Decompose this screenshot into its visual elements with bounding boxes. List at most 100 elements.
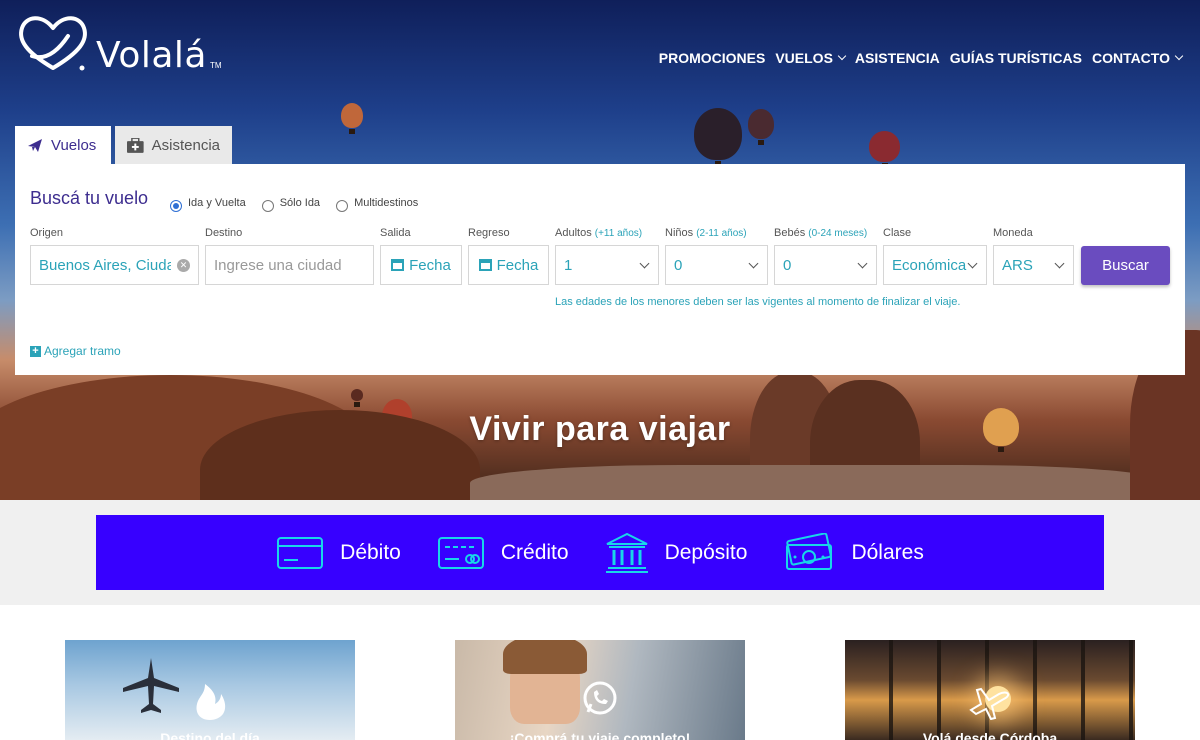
age-note: Las edades de los menores deben ser las … [555, 296, 961, 308]
brand-name: Volalá [96, 35, 207, 76]
infants-label-text: Bebés [774, 227, 806, 239]
balloon-image [748, 109, 774, 145]
add-leg-link[interactable]: + Agregar tramo [30, 344, 121, 358]
debit-card-icon [276, 536, 324, 570]
brand-logo[interactable]: Volalá TM [16, 14, 222, 74]
money-icon [783, 532, 835, 573]
plus-icon: + [30, 345, 41, 357]
radio-label: Ida y Vuelta [188, 197, 246, 209]
currency-select[interactable]: ARS [993, 245, 1074, 285]
currency-label: Moneda [993, 227, 1033, 239]
infants-hint: (0-24 meses) [808, 228, 868, 239]
clear-icon[interactable]: ✕ [177, 259, 190, 272]
chevron-down-icon [1054, 258, 1065, 269]
payment-label: Dólares [851, 540, 924, 564]
calendar-icon [478, 259, 492, 271]
search-tabs: Vuelos Asistencia [15, 126, 232, 164]
airplane-image [123, 658, 179, 713]
card-title: Volá desde Córdoba [922, 730, 1058, 740]
tab-asistencia[interactable]: Asistencia [115, 126, 232, 164]
whatsapp-icon [583, 681, 617, 715]
radio-multidestinos[interactable]: Multidestinos [336, 194, 418, 212]
radio-solo-ida[interactable]: Sólo Ida [261, 194, 321, 212]
infants-value: 0 [783, 256, 792, 274]
payment-credito: Crédito [437, 536, 569, 570]
chevron-down-icon [967, 258, 978, 269]
nav-contacto[interactable]: CONTACTO [1091, 50, 1184, 66]
trip-type-group: Ida y Vuelta Sólo Ida Multidestinos [170, 194, 418, 212]
tab-label: Asistencia [151, 136, 220, 154]
origin-value: Buenos Aires, Ciudad [39, 256, 171, 274]
class-value: Económica [892, 256, 967, 274]
nav-asistencia[interactable]: ASISTENCIA [855, 50, 940, 66]
return-date-input[interactable]: Fecha [468, 245, 549, 285]
payment-methods-band: Débito Crédito Depósito Dólares [0, 500, 1200, 605]
payment-label: Débito [340, 540, 401, 564]
nav-guias-turisticas[interactable]: GUÍAS TURÍSTICAS [950, 50, 1082, 66]
destination-placeholder: Ingrese una ciudad [214, 256, 342, 274]
flight-search-panel: Buscá tu vuelo Ida y Vuelta Sólo Ida Mul… [15, 164, 1185, 375]
nav-label: VUELOS [775, 50, 833, 66]
chevron-down-icon [1174, 51, 1184, 61]
plane-icon [969, 687, 1010, 720]
card-title: ¡Comprá tu viaje completo! [509, 730, 691, 740]
infants-label: Bebés (0-24 meses) [774, 227, 867, 239]
rock-formation [470, 465, 1170, 500]
destination-input[interactable]: Ingrese una ciudad [205, 245, 374, 285]
chevron-down-icon [748, 258, 759, 269]
currency-value: ARS [1002, 256, 1033, 274]
nav-promociones[interactable]: PROMOCIONES [659, 50, 766, 66]
children-select[interactable]: 0 [665, 245, 768, 285]
calendar-icon [391, 259, 405, 271]
nav-label: GUÍAS TURÍSTICAS [949, 50, 1082, 66]
plane-icon [28, 139, 42, 152]
adults-select[interactable]: 1 [555, 245, 659, 285]
payment-label: Crédito [500, 540, 569, 564]
credit-card-icon [437, 536, 485, 570]
adults-label-text: Adultos [555, 227, 592, 239]
balloon-image [341, 103, 363, 134]
payment-methods-box: Débito Crédito Depósito Dólares [96, 515, 1104, 590]
nav-label: CONTACTO [1091, 50, 1170, 66]
tab-vuelos[interactable]: Vuelos [15, 126, 111, 164]
card-title: Destino del día [160, 730, 260, 740]
main-nav: PROMOCIONES VUELOS ASISTENCIA GUÍAS TURÍ… [659, 50, 1184, 66]
balloon-image [694, 108, 742, 166]
nav-vuelos[interactable]: VUELOS [775, 50, 847, 66]
flame-icon [196, 684, 226, 720]
chevron-down-icon [639, 258, 650, 269]
origin-input[interactable]: Buenos Aires, Ciudad ✕ [30, 245, 199, 285]
heart-logo-icon [19, 16, 87, 71]
class-label: Clase [883, 227, 912, 239]
payment-deposito: Depósito [605, 532, 747, 574]
adults-hint: (+11 años) [594, 228, 643, 239]
radio-label: Multidestinos [354, 197, 419, 209]
radio-button[interactable] [261, 200, 274, 212]
hair-image [503, 640, 587, 674]
chevron-down-icon [857, 258, 868, 269]
payment-debito: Débito [276, 536, 401, 570]
payment-dolares: Dólares [783, 532, 924, 573]
balloon-image [351, 389, 363, 407]
children-label-text: Niños [665, 227, 694, 239]
chevron-down-icon [837, 51, 847, 61]
radio-label: Sólo Ida [279, 197, 321, 209]
search-button[interactable]: Buscar [1081, 246, 1170, 285]
return-label: Regreso [468, 227, 510, 239]
medical-kit-icon [127, 137, 144, 153]
promo-card-viaje-completo[interactable]: ¡Comprá tu viaje completo! [455, 640, 745, 740]
radio-ida-y-vuelta[interactable]: Ida y Vuelta [170, 194, 246, 212]
balloon-image [869, 131, 900, 168]
departure-label: Salida [380, 227, 411, 239]
promo-card-cordoba[interactable]: Volá desde Córdoba [845, 640, 1135, 740]
radio-button[interactable] [336, 200, 349, 212]
class-select[interactable]: Económica [883, 245, 987, 285]
destination-label: Destino [205, 227, 243, 239]
promo-card-destino[interactable]: Destino del día [65, 640, 355, 740]
infants-select[interactable]: 0 [774, 245, 877, 285]
nav-label: ASISTENCIA [854, 50, 940, 66]
children-value: 0 [674, 256, 683, 274]
radio-button[interactable] [170, 200, 182, 212]
trademark-mark: TM [209, 61, 222, 70]
departure-date-input[interactable]: Fecha [380, 245, 462, 285]
